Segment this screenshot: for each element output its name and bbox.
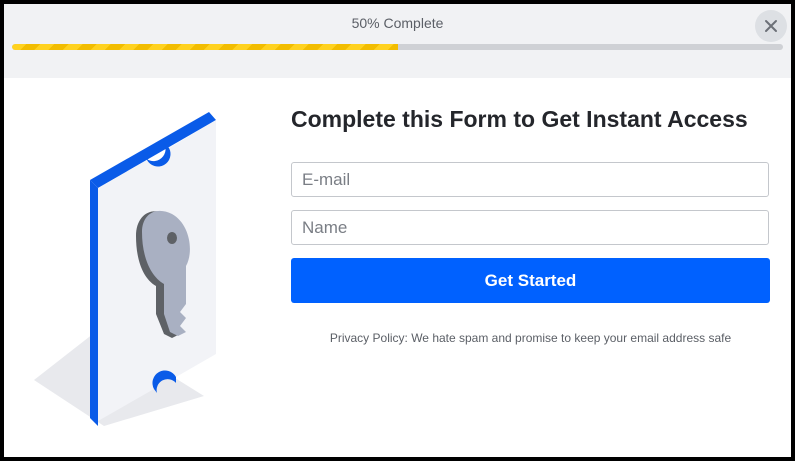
- optin-modal: 50% Complete Complete this Form to Get I…: [4, 4, 791, 457]
- progress-fill: [12, 44, 398, 50]
- email-field[interactable]: [291, 162, 769, 197]
- progress-label: 50% Complete: [351, 15, 444, 31]
- key-ticket-illustration: [34, 112, 216, 426]
- name-field[interactable]: [291, 210, 769, 245]
- close-button[interactable]: [755, 10, 787, 42]
- progress-header: 50% Complete: [4, 4, 791, 78]
- close-icon: [765, 20, 777, 32]
- progress-track: [12, 44, 783, 50]
- privacy-policy-note: Privacy Policy: We hate spam and promise…: [329, 331, 732, 345]
- form-title: Complete this Form to Get Instant Access: [291, 106, 748, 132]
- get-started-button[interactable]: Get Started: [291, 258, 770, 303]
